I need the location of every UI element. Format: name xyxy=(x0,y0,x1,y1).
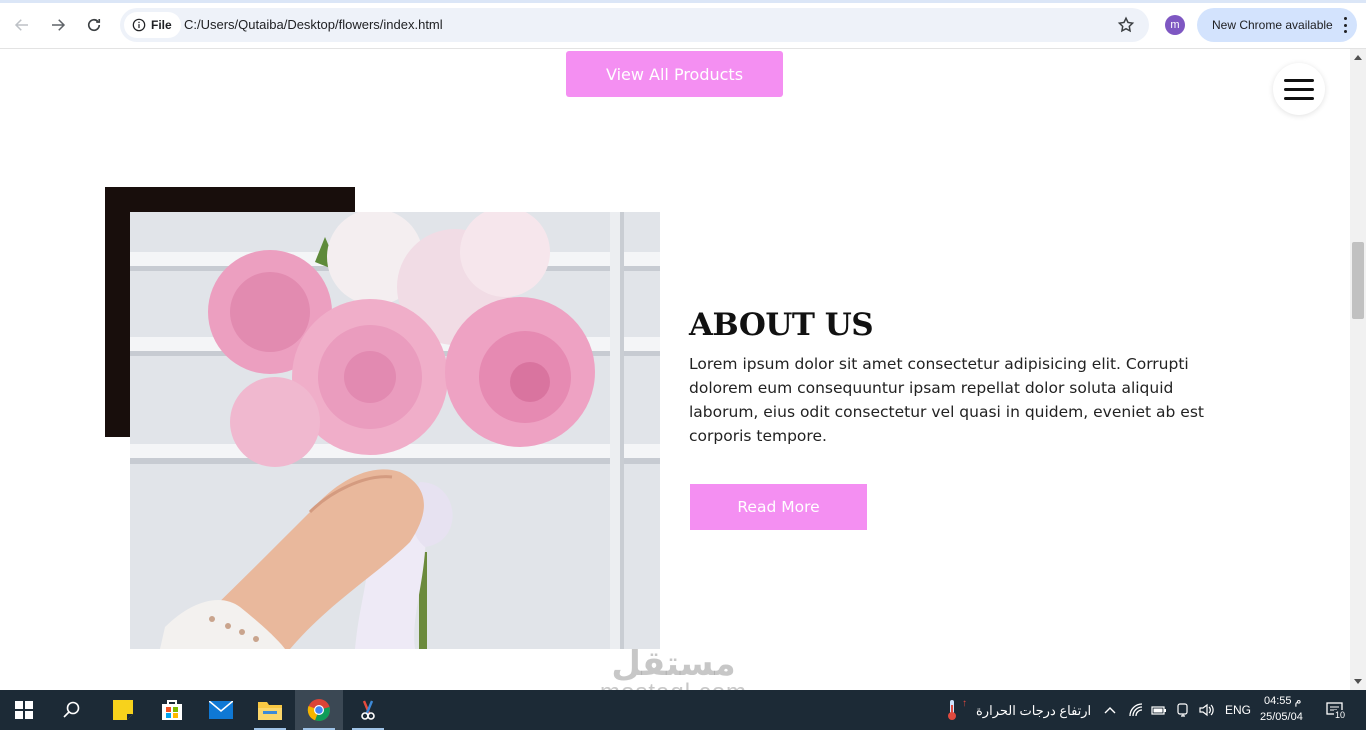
address-bar[interactable]: File C:/Users/Qutaiba/Desktop/flowers/in… xyxy=(120,8,1149,42)
about-description: Lorem ipsum dolor sit amet consectetur a… xyxy=(689,355,1204,445)
taskbar-file-explorer[interactable] xyxy=(246,690,294,730)
arrow-up-small-icon: ↑ xyxy=(962,698,967,709)
profile-avatar[interactable]: m xyxy=(1165,15,1185,35)
search-icon xyxy=(63,701,80,718)
taskbar-store[interactable] xyxy=(148,690,196,730)
clock-time[interactable]: 04:55 م xyxy=(1264,694,1301,707)
snipping-tool-icon xyxy=(361,700,375,720)
thermometer-icon[interactable] xyxy=(946,699,958,721)
back-button[interactable] xyxy=(9,12,35,38)
browser-toolbar: File C:/Users/Qutaiba/Desktop/flowers/in… xyxy=(0,0,1366,49)
windows-taskbar: ↑ ارتفاع درجات الحرارة ENG 04:55 م 25/05… xyxy=(0,690,1366,730)
about-title: ABOUT US xyxy=(689,307,874,343)
watermark-arabic: مستقل xyxy=(611,644,736,684)
watermark: مستقل mostaql.com xyxy=(600,646,747,690)
language-indicator[interactable]: ENG xyxy=(1225,703,1251,717)
watermark-latin: mostaql.com xyxy=(600,681,747,691)
chrome-icon xyxy=(307,699,330,722)
folder-icon xyxy=(258,702,282,720)
chevron-up-icon[interactable] xyxy=(1102,702,1118,718)
vertical-scrollbar[interactable] xyxy=(1350,49,1366,690)
info-icon xyxy=(132,18,146,32)
meet-now-icon[interactable] xyxy=(1175,702,1191,718)
notification-count: 10 xyxy=(1334,710,1347,720)
battery-icon[interactable] xyxy=(1151,702,1167,718)
page-viewport: View All Products ABOUT US Lorem ipsum d… xyxy=(0,49,1366,690)
windows-logo-icon xyxy=(15,701,33,719)
clock-date[interactable]: 25/05/04 xyxy=(1260,711,1303,723)
view-all-products-button[interactable]: View All Products xyxy=(566,51,783,97)
taskbar-chrome[interactable] xyxy=(295,690,343,730)
sticky-notes-icon xyxy=(113,700,133,720)
reload-button[interactable] xyxy=(81,12,107,38)
url-text[interactable]: C:/Users/Qutaiba/Desktop/flowers/index.h… xyxy=(184,17,443,32)
scroll-thumb[interactable] xyxy=(1352,242,1364,319)
volume-icon[interactable] xyxy=(1198,702,1214,718)
reload-icon xyxy=(87,18,101,32)
chrome-update-button[interactable]: New Chrome available xyxy=(1197,8,1357,42)
taskbar-snipping-tool[interactable] xyxy=(344,690,392,730)
menu-line xyxy=(1284,87,1314,91)
peony-bouquet-illustration xyxy=(130,212,660,649)
weather-text[interactable]: ارتفاع درجات الحرارة xyxy=(976,703,1091,719)
taskbar-mail[interactable] xyxy=(197,690,245,730)
site-info-chip[interactable]: File xyxy=(124,12,181,38)
more-vert-icon[interactable] xyxy=(1343,17,1347,33)
wifi-icon[interactable] xyxy=(1128,702,1144,718)
search-button[interactable] xyxy=(48,690,96,730)
menu-line xyxy=(1284,96,1314,100)
arrow-right-icon xyxy=(52,19,66,31)
menu-line xyxy=(1284,78,1314,82)
scroll-down-arrow-icon[interactable] xyxy=(1354,679,1362,684)
scroll-up-arrow-icon[interactable] xyxy=(1354,55,1362,60)
update-label: New Chrome available xyxy=(1212,18,1333,32)
hamburger-menu-button[interactable] xyxy=(1273,63,1325,115)
taskbar-sticky-notes[interactable] xyxy=(99,690,147,730)
read-more-button[interactable]: Read More xyxy=(690,484,867,530)
arrow-left-icon xyxy=(14,19,28,31)
mail-icon xyxy=(209,701,233,719)
forward-button[interactable] xyxy=(45,12,71,38)
store-icon xyxy=(162,700,182,720)
flower-bouquet-image xyxy=(130,212,660,649)
site-chip-label: File xyxy=(151,18,172,32)
bookmark-star-icon[interactable] xyxy=(1117,16,1135,34)
start-button[interactable] xyxy=(0,690,48,730)
